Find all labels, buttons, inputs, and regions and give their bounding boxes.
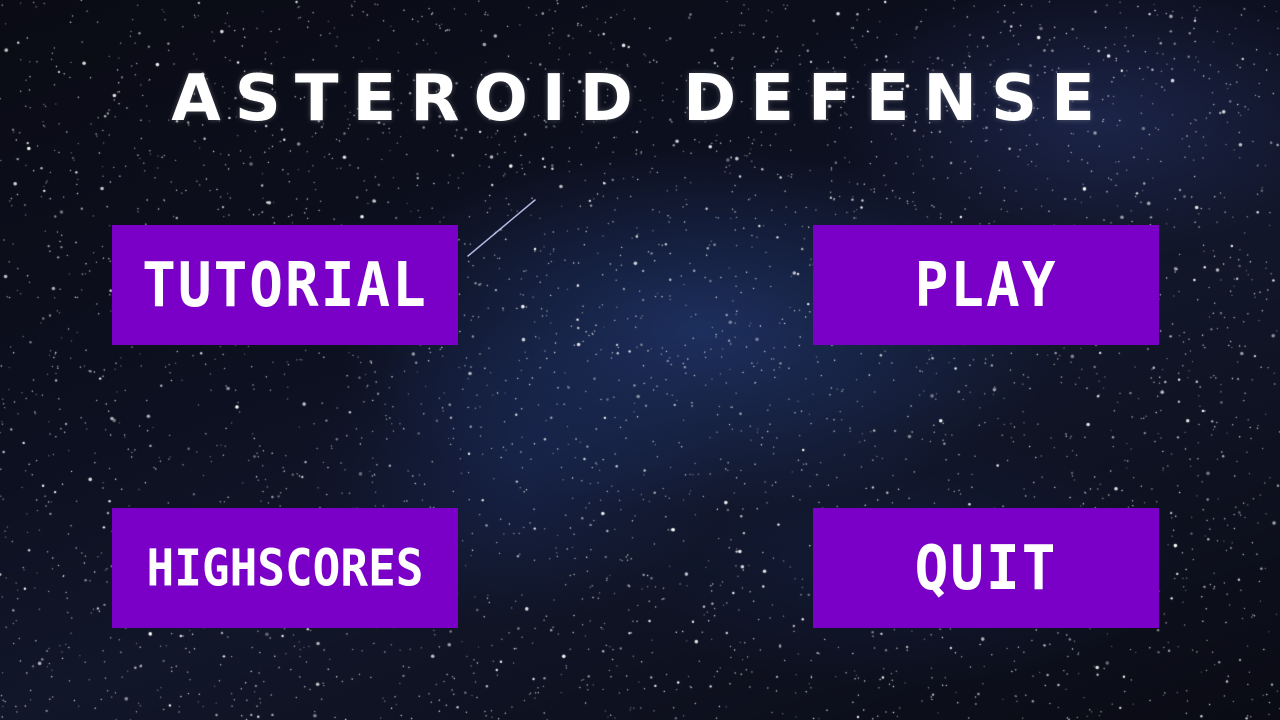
highscores-button-label: HiGHSCORES [146, 538, 424, 598]
game-title: Asteroid Defense [171, 62, 1109, 136]
tutorial-button[interactable]: TUTORiAL [112, 225, 458, 345]
quit-button[interactable]: QUiT [813, 508, 1159, 628]
main-menu-screen: Asteroid Defense TUTORiAL PLAY HiGHSCORE… [0, 0, 1280, 720]
play-button[interactable]: PLAY [813, 225, 1159, 345]
tutorial-button-label: TUTORiAL [142, 249, 428, 321]
play-button-label: PLAY [914, 249, 1058, 321]
quit-button-label: QUiT [914, 532, 1058, 604]
highscores-button[interactable]: HiGHSCORES [112, 508, 458, 628]
